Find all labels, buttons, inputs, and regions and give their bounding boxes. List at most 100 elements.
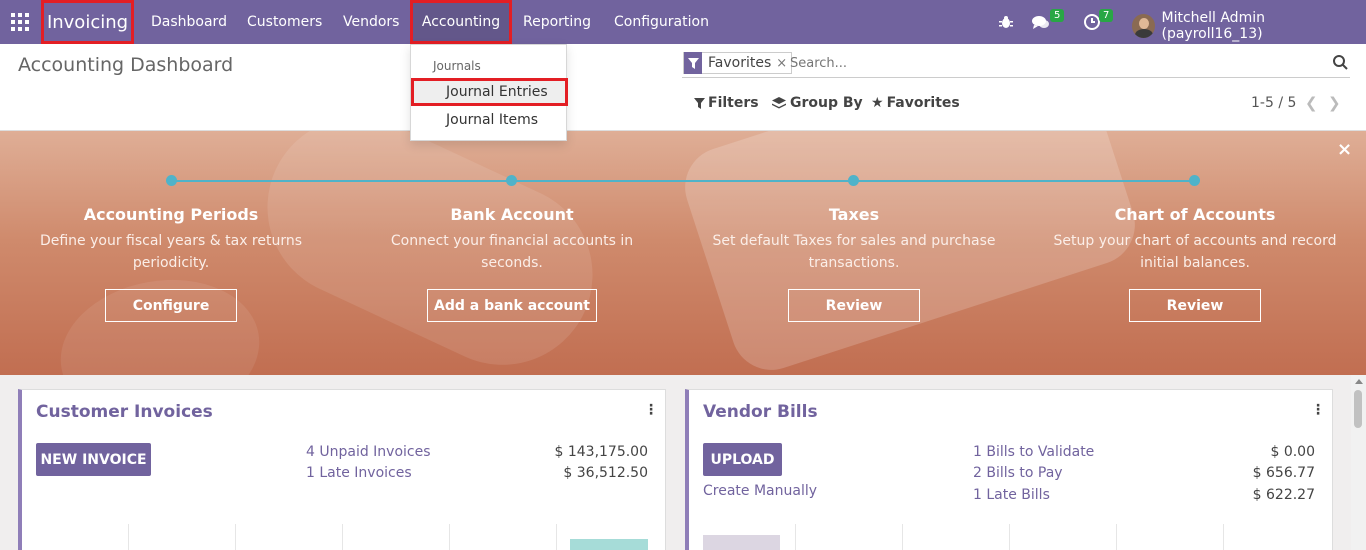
- dropdown-item-journal-items[interactable]: Journal Items: [411, 106, 568, 134]
- step-description-line: Setup your chart of accounts and record: [1053, 233, 1337, 249]
- scrollbar-thumb[interactable]: [1354, 390, 1362, 428]
- graph-gridline: [449, 524, 450, 550]
- unpaid-invoices-amount: $ 143,175.00: [554, 444, 648, 460]
- menu-dashboard[interactable]: Dashboard: [139, 0, 239, 44]
- bills-to-validate-amount: $ 0.00: [1270, 444, 1315, 460]
- app-brand[interactable]: Invoicing: [41, 0, 134, 44]
- graph-gridline: [235, 524, 236, 550]
- step-accounting-periods: Accounting Periods Define your fiscal ye…: [21, 205, 321, 274]
- timeline-dot: [848, 175, 859, 186]
- close-banner-icon[interactable]: ×: [1337, 139, 1352, 160]
- pager-next-icon[interactable]: ❯: [1328, 94, 1341, 112]
- user-menu[interactable]: Mitchell Admin (payroll16_13): [1132, 10, 1366, 42]
- pager-value[interactable]: 1-5 / 5: [1251, 95, 1296, 111]
- bills-to-pay-amount: $ 656.77: [1252, 465, 1315, 481]
- configure-periods-button[interactable]: Configure: [105, 289, 237, 322]
- filters-label: Filters: [708, 95, 759, 111]
- control-panel: Accounting Dashboard Favorites × Filters…: [0, 44, 1366, 131]
- onboarding-timeline: [171, 180, 1195, 182]
- search-icon[interactable]: [1333, 55, 1348, 74]
- favorites-label: Favorites: [886, 95, 960, 111]
- card-title[interactable]: Customer Invoices: [36, 402, 213, 422]
- card-title[interactable]: Vendor Bills: [703, 402, 818, 422]
- late-invoices-link[interactable]: 1 Late Invoices: [306, 465, 412, 481]
- customer-invoices-card: Customer Invoices ⋮ NEW INVOICE 4 Unpaid…: [18, 389, 666, 550]
- facet-label: Favorites: [708, 55, 772, 71]
- step-description: Connect your financial accounts in secon…: [362, 230, 662, 274]
- timeline-dot: [1189, 175, 1200, 186]
- step-title: Accounting Periods: [83, 205, 259, 224]
- step-description-line: Define your fiscal years & tax returns: [39, 233, 303, 249]
- debug-bug-icon[interactable]: [996, 12, 1016, 32]
- bills-to-pay-link[interactable]: 2 Bills to Pay: [973, 465, 1063, 481]
- graph-gridline: [1009, 524, 1010, 550]
- search-facet-favorites: Favorites ×: [683, 52, 793, 74]
- vendor-bills-card: Vendor Bills ⋮ UPLOAD Create Manually 1 …: [685, 389, 1333, 550]
- graph-gridline: [795, 524, 796, 550]
- step-description-line: seconds.: [481, 255, 543, 271]
- step-description-line: periodicity.: [132, 255, 210, 271]
- review-chart-of-accounts-button[interactable]: Review: [1129, 289, 1261, 322]
- messages-icon[interactable]: [1031, 12, 1051, 32]
- upload-bill-button[interactable]: UPLOAD: [703, 443, 782, 476]
- step-taxes: Taxes Set default Taxes for sales and pu…: [704, 205, 1004, 274]
- card-options-icon[interactable]: ⋮: [644, 402, 658, 418]
- graph-gridline: [128, 524, 129, 550]
- card-options-icon[interactable]: ⋮: [1311, 402, 1325, 418]
- menu-configuration[interactable]: Configuration: [602, 0, 721, 44]
- step-description: Setup your chart of accounts and record …: [1045, 230, 1345, 274]
- timeline-dot: [506, 175, 517, 186]
- unpaid-invoices-link[interactable]: 4 Unpaid Invoices: [306, 444, 431, 460]
- favorites-button[interactable]: ★ Favorites: [871, 95, 960, 111]
- step-description: Set default Taxes for sales and purchase…: [704, 230, 1004, 274]
- graph-gridline: [342, 524, 343, 550]
- menu-vendors[interactable]: Vendors: [331, 0, 411, 44]
- dropdown-item-journal-entries[interactable]: Journal Entries: [411, 78, 568, 106]
- graph-gridline: [1116, 524, 1117, 550]
- step-description-line: Set default Taxes for sales and purchase: [712, 233, 996, 249]
- filters-button[interactable]: Filters: [694, 95, 759, 111]
- graph-gridline: [902, 524, 903, 550]
- facet-remove-icon[interactable]: ×: [776, 56, 787, 71]
- dropdown-section-journals: Journals: [433, 59, 481, 73]
- accounting-dropdown-menu: Journals Journal Entries Journal Items: [410, 44, 568, 141]
- menu-customers[interactable]: Customers: [235, 0, 334, 44]
- apps-menu-icon[interactable]: [0, 0, 40, 44]
- activities-count-badge: 7: [1099, 9, 1114, 22]
- graph-bar[interactable]: [570, 539, 648, 550]
- messages-count-badge: 5: [1050, 9, 1065, 22]
- step-title: Bank Account: [450, 205, 574, 224]
- add-bank-account-button[interactable]: Add a bank account: [427, 289, 597, 322]
- user-avatar: [1132, 14, 1156, 38]
- page-scrollbar[interactable]: [1351, 375, 1366, 550]
- step-description: Define your fiscal years & tax returns p…: [21, 230, 321, 274]
- graph-bar[interactable]: [703, 535, 780, 550]
- review-taxes-button[interactable]: Review: [788, 289, 920, 322]
- step-description-line: transactions.: [808, 255, 900, 271]
- filters-funnel-icon: [694, 97, 705, 109]
- create-manually-link[interactable]: Create Manually: [703, 483, 817, 499]
- search-input[interactable]: [790, 53, 1310, 73]
- timeline-dot: [166, 175, 177, 186]
- step-description-line: initial balances.: [1140, 255, 1250, 271]
- search-bar: Favorites ×: [682, 51, 1350, 78]
- star-icon: ★: [871, 95, 884, 111]
- step-bank-account: Bank Account Connect your financial acco…: [362, 205, 662, 274]
- graph-gridline: [556, 524, 557, 550]
- new-invoice-button[interactable]: NEW INVOICE: [36, 443, 151, 476]
- menu-accounting[interactable]: Accounting: [410, 0, 512, 44]
- step-chart-of-accounts: Chart of Accounts Setup your chart of ac…: [1045, 205, 1345, 274]
- group-by-button[interactable]: Group By: [772, 95, 863, 111]
- page-title: Accounting Dashboard: [18, 54, 234, 76]
- step-title: Chart of Accounts: [1114, 205, 1276, 224]
- late-bills-amount: $ 622.27: [1252, 487, 1315, 503]
- late-bills-link[interactable]: 1 Late Bills: [973, 487, 1050, 503]
- late-invoices-amount: $ 36,512.50: [563, 465, 648, 481]
- step-title: Taxes: [828, 205, 880, 224]
- group-by-label: Group By: [790, 95, 863, 111]
- filter-icon: [684, 52, 702, 74]
- pager-previous-icon[interactable]: ❮: [1305, 94, 1318, 112]
- menu-reporting[interactable]: Reporting: [511, 0, 603, 44]
- bills-to-validate-link[interactable]: 1 Bills to Validate: [973, 444, 1094, 460]
- scroll-up-arrow-icon[interactable]: [1355, 379, 1363, 384]
